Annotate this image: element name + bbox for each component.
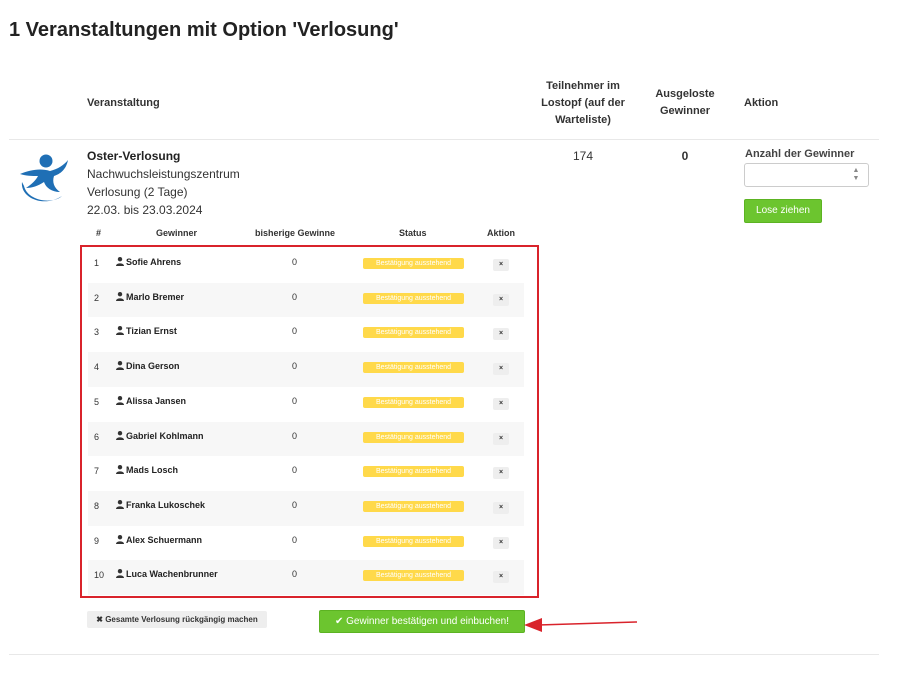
winner-count-input[interactable]: ▲ ▼ [744, 163, 869, 187]
header-divider [9, 139, 879, 140]
footer-divider [9, 654, 879, 655]
draw-lots-button[interactable]: Lose ziehen [744, 199, 822, 223]
confirm-winners-button[interactable]: ✔ Gewinner bestätigen und einbuchen! [319, 610, 525, 633]
event-location: Nachwuchsleistungszentrum [87, 167, 240, 181]
drawn-winners-count: 0 [681, 149, 689, 163]
header-action: Aktion [744, 97, 779, 109]
header-drawn-winners: Ausgeloste Gewinner [655, 88, 715, 117]
winners-header-prev: bisherige Gewinne [255, 228, 336, 238]
winners-header-winner: Gewinner [156, 228, 198, 238]
event-dates: 22.03. bis 23.03.2024 [87, 203, 203, 217]
person-running-logo-icon [14, 148, 72, 206]
winner-count-label: Anzahl der Gewinner [745, 148, 855, 160]
event-type: Verlosung (2 Tage) [87, 185, 188, 199]
header-event: Veranstaltung [87, 97, 160, 109]
participants-count: 174 [572, 149, 594, 163]
highlight-box [80, 245, 539, 598]
undo-draw-button[interactable]: ✖ Gesamte Verlosung rückgängig machen [87, 611, 267, 628]
number-spinner-icon[interactable]: ▲ ▼ [850, 167, 862, 183]
red-arrow-icon [524, 618, 638, 632]
page-title: 1 Veranstaltungen mit Option 'Verlosung' [9, 19, 399, 41]
winners-header-status: Status [399, 228, 427, 238]
winners-header-action: Aktion [487, 228, 515, 238]
event-name[interactable]: Oster-Verlosung [87, 149, 180, 163]
winners-header-idx: # [96, 228, 102, 238]
header-participants: Teilnehmer im Lostopf (auf der Wartelist… [541, 80, 625, 126]
